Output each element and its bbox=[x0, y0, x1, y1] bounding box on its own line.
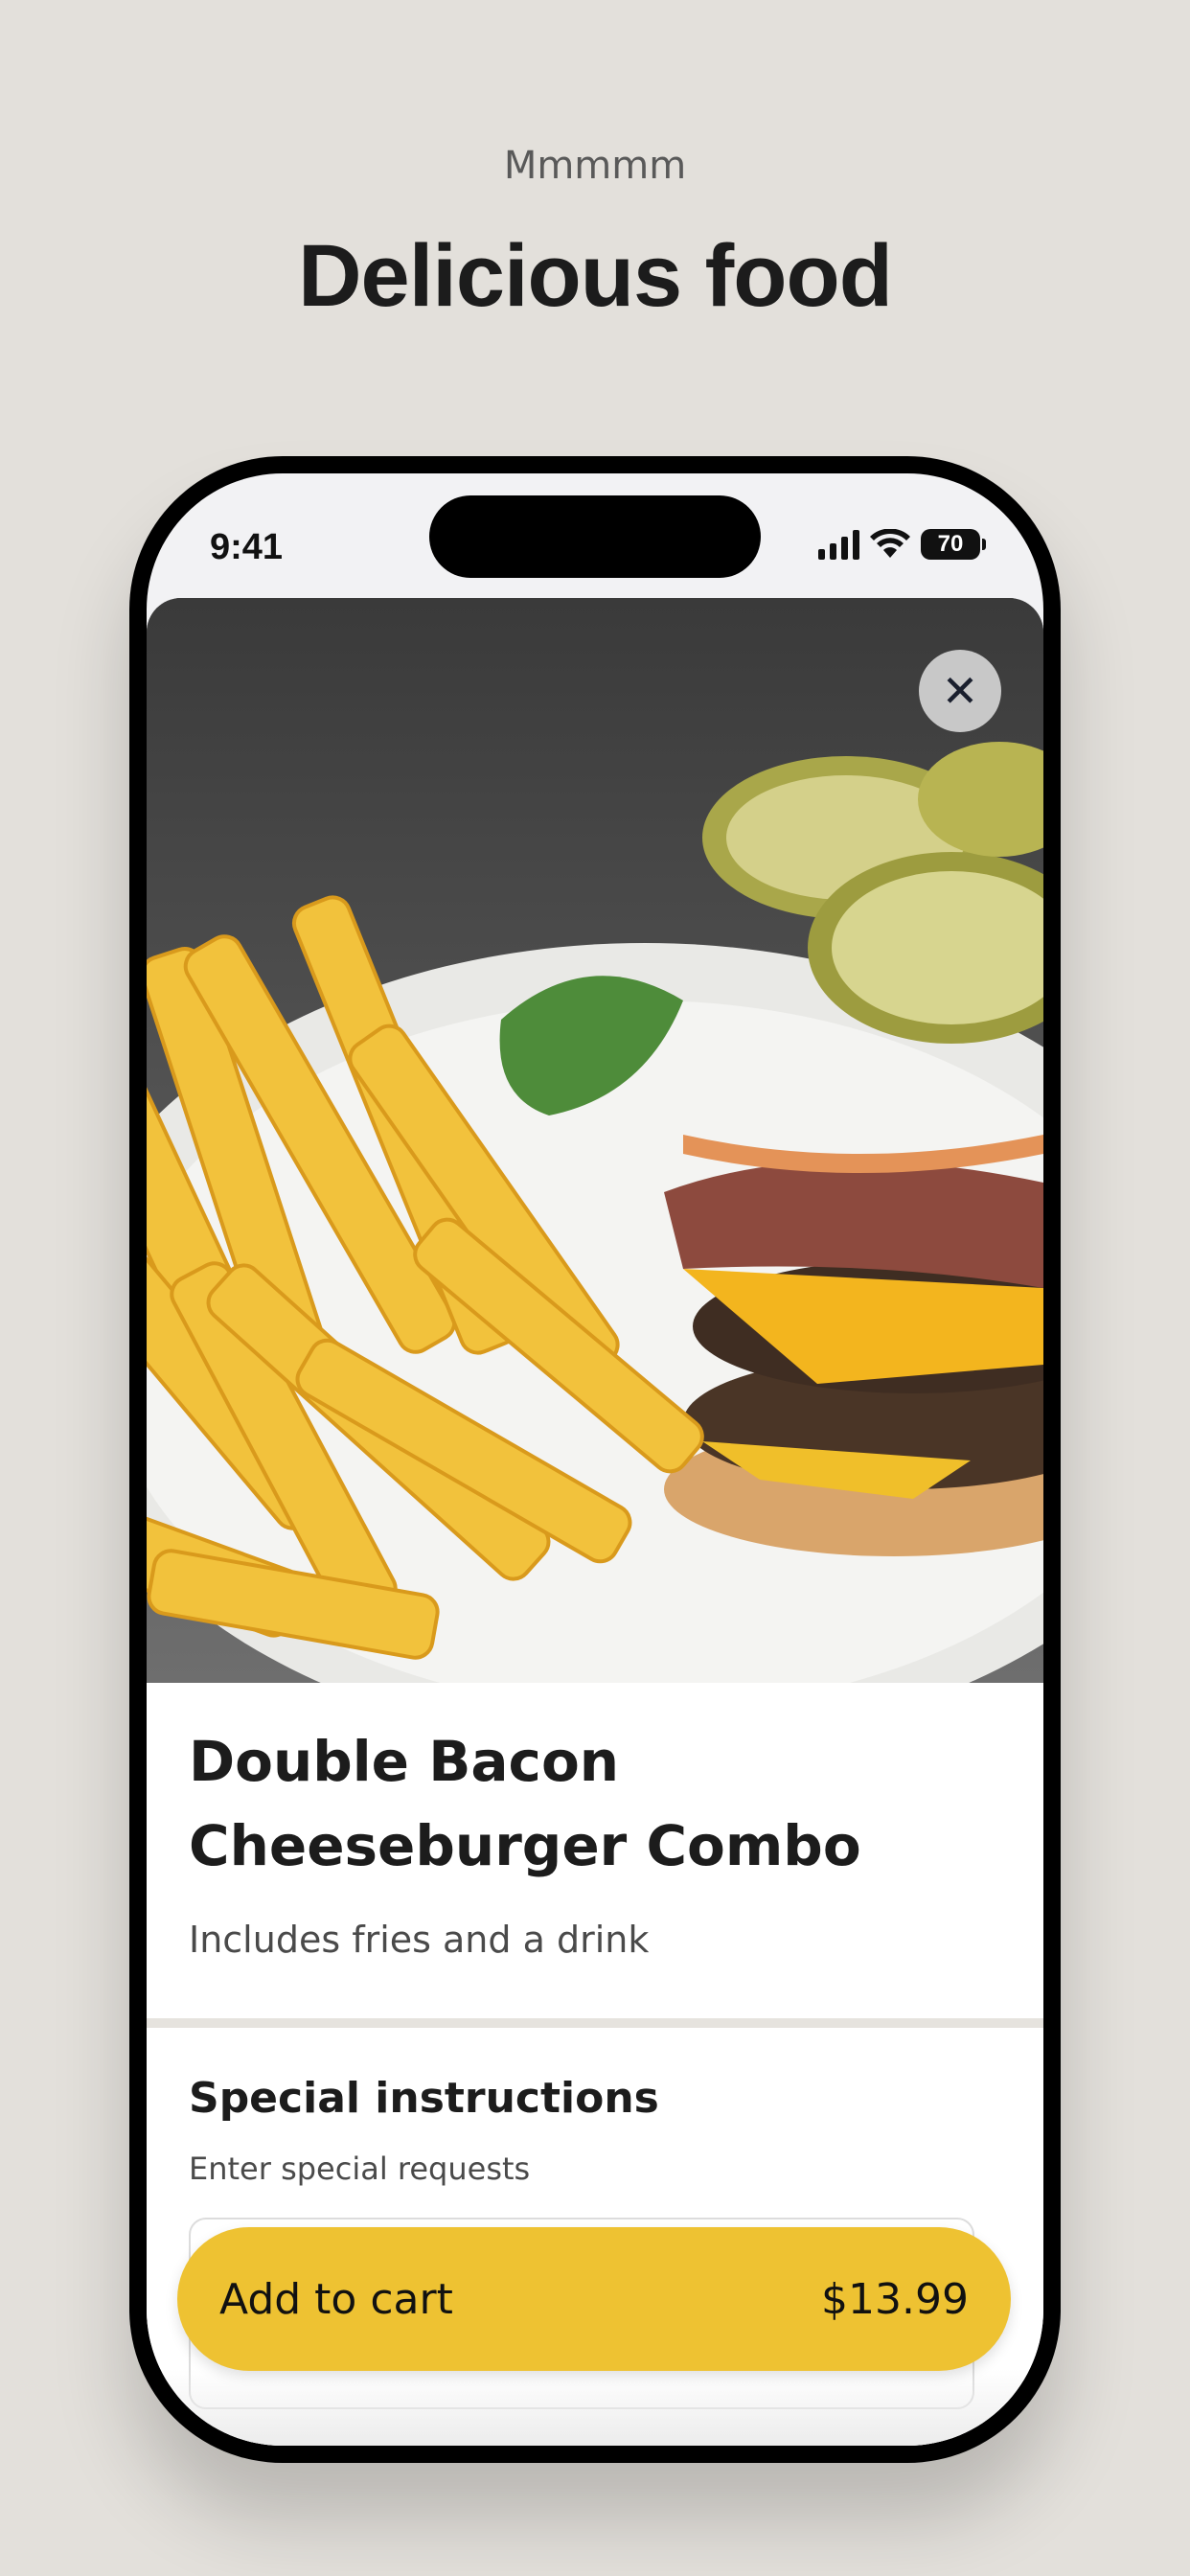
signal-icon bbox=[818, 529, 859, 560]
bottom-fade bbox=[147, 2369, 1043, 2446]
close-button[interactable]: ✕ bbox=[919, 650, 1001, 732]
dynamic-island bbox=[429, 495, 761, 578]
special-instructions-hint: Enter special requests bbox=[189, 2150, 531, 2187]
close-icon: ✕ bbox=[941, 665, 979, 717]
battery-icon: 70 bbox=[921, 529, 986, 560]
food-image: ✕ bbox=[147, 598, 1043, 1683]
status-time: 9:41 bbox=[210, 527, 284, 567]
wifi-icon bbox=[870, 529, 910, 558]
add-to-cart-button[interactable]: Add to cart $13.99 bbox=[177, 2227, 1011, 2371]
phone-frame: 9:41 70 ✕ Double Bacon Cheeseburger Comb… bbox=[129, 456, 1061, 2463]
page-headline: Delicious food bbox=[298, 227, 893, 325]
item-description: Includes fries and a drink bbox=[189, 1919, 650, 1961]
eyebrow-text: Mmmmm bbox=[503, 144, 687, 188]
item-detail-sheet: ✕ Double Bacon Cheeseburger Combo Includ… bbox=[147, 598, 1043, 2446]
status-icons: 70 bbox=[818, 529, 986, 560]
phone-screen: 9:41 70 ✕ Double Bacon Cheeseburger Comb… bbox=[147, 473, 1043, 2446]
item-title: Double Bacon Cheeseburger Combo bbox=[189, 1729, 861, 1878]
burger-fries-photo bbox=[147, 598, 1043, 1683]
section-divider bbox=[147, 2018, 1043, 2028]
status-bar: 9:41 70 bbox=[147, 473, 1043, 608]
add-to-cart-label: Add to cart bbox=[219, 2274, 453, 2324]
special-instructions-title: Special instructions bbox=[189, 2074, 659, 2123]
cart-price: $13.99 bbox=[821, 2274, 969, 2324]
